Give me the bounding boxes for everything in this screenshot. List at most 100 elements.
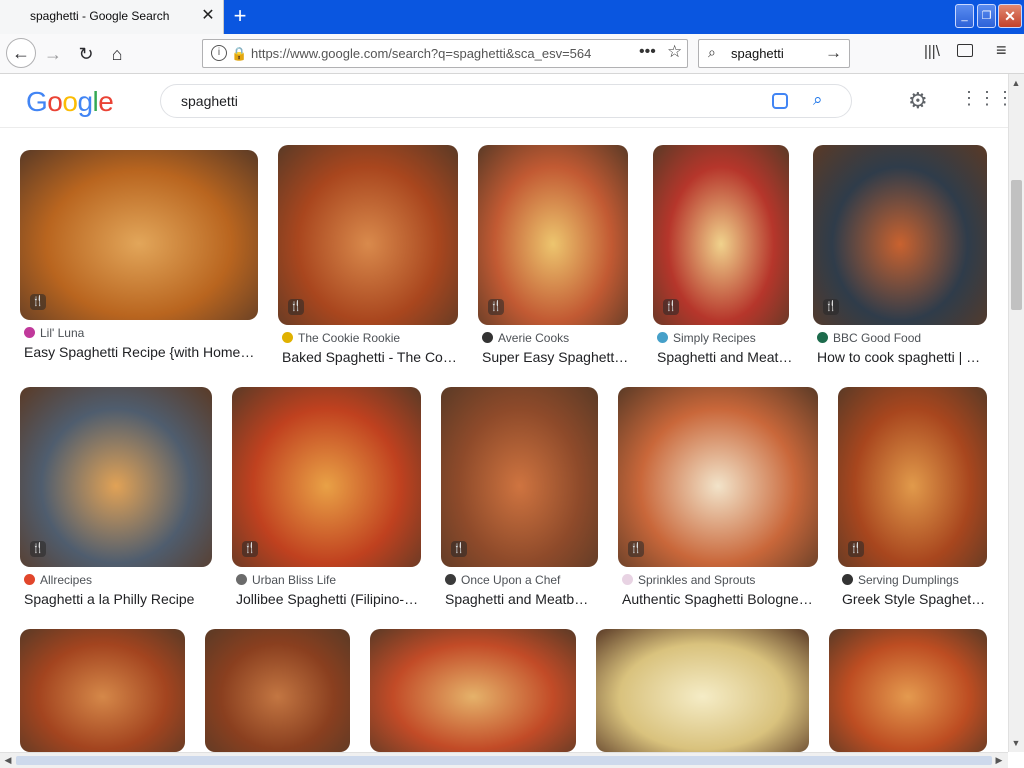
result-source[interactable]: Simply Recipes (657, 331, 756, 345)
home-button[interactable]: ⌂ (103, 40, 131, 68)
settings-gear-icon[interactable]: ⚙ (908, 88, 928, 114)
lock-icon: 🔒 (231, 46, 248, 61)
site-favicon-icon (482, 332, 493, 343)
site-favicon-icon (282, 332, 293, 343)
result-title-link[interactable]: Spaghetti and Meat… (657, 349, 792, 365)
sidebar-icon[interactable] (957, 44, 973, 57)
recipe-icon: 🍴 (451, 541, 467, 557)
library-icon[interactable]: |||\ (924, 43, 940, 60)
result-source[interactable]: The Cookie Rookie (282, 331, 400, 345)
vertical-scroll-thumb[interactable] (1011, 180, 1022, 310)
result-thumbnail[interactable]: 🍴 (838, 387, 987, 567)
url-text[interactable]: https://www.google.com/search?q=spaghett… (251, 46, 631, 61)
recipe-icon: 🍴 (628, 541, 644, 557)
forward-button[interactable]: → (39, 40, 67, 68)
apps-grid-icon[interactable]: ⋮⋮⋮ (960, 88, 1014, 109)
tab-title: spaghetti - Google Search (30, 9, 170, 23)
result-thumbnail[interactable]: 🍴 (813, 145, 987, 325)
restore-button[interactable]: ❐ (977, 4, 996, 28)
browser-title-bar: spaghetti - Google Search ✕ + _ ❐ ✕ (0, 0, 1024, 34)
close-tab-icon[interactable]: ✕ (200, 7, 216, 25)
recipe-icon: 🍴 (848, 541, 864, 557)
recipe-icon: 🍴 (663, 299, 679, 315)
result-thumbnail[interactable]: 🍴 (232, 387, 421, 567)
browser-search-text[interactable]: spaghetti (731, 46, 784, 61)
bookmark-star-icon[interactable]: ☆ (667, 42, 682, 62)
source-name: Sprinkles and Sprouts (638, 573, 756, 587)
recipe-icon: 🍴 (288, 299, 304, 315)
new-tab-button[interactable]: + (228, 4, 252, 28)
result-source[interactable]: Serving Dumplings (842, 573, 959, 587)
result-title-link[interactable]: Easy Spaghetti Recipe {with Home… (24, 344, 254, 360)
result-source[interactable]: Sprinkles and Sprouts (622, 573, 755, 587)
lens-icon[interactable] (772, 93, 788, 109)
scroll-down-arrow-icon[interactable]: ▼ (1009, 736, 1023, 750)
google-logo[interactable]: Google (26, 86, 114, 118)
site-favicon-icon (817, 332, 828, 343)
source-name: Averie Cooks (498, 331, 570, 345)
result-title-link[interactable]: How to cook spaghetti | … (817, 349, 980, 365)
horizontal-scroll-thumb[interactable] (16, 756, 992, 765)
result-source[interactable]: Allrecipes (24, 573, 92, 587)
result-thumbnail[interactable]: 🍴 (618, 387, 818, 567)
result-thumbnail[interactable] (205, 629, 350, 752)
result-title-link[interactable]: Spaghetti and Meatb… (445, 591, 588, 607)
result-thumbnail[interactable]: 🍴 (20, 387, 212, 567)
source-name: BBC Good Food (833, 331, 922, 345)
reload-button[interactable]: ↻ (72, 40, 100, 68)
recipe-icon: 🍴 (488, 299, 504, 315)
recipe-icon: 🍴 (242, 541, 258, 557)
recipe-icon: 🍴 (30, 294, 46, 310)
go-arrow-icon[interactable]: → (825, 43, 842, 63)
search-icon: ⌕ (708, 44, 716, 60)
result-title-link[interactable]: Authentic Spaghetti Bologne… (622, 591, 813, 607)
result-source[interactable]: Averie Cooks (482, 331, 569, 345)
google-search-box[interactable]: spaghetti ⌕ (160, 84, 852, 118)
result-thumbnail[interactable]: 🍴 (653, 145, 789, 325)
result-thumbnail[interactable] (20, 629, 185, 752)
page-actions-icon[interactable]: ••• (639, 43, 656, 61)
site-favicon-icon (657, 332, 668, 343)
back-button[interactable]: ← (6, 38, 36, 68)
google-search-input[interactable]: spaghetti (181, 93, 238, 109)
recipe-icon: 🍴 (823, 299, 839, 315)
scroll-up-arrow-icon[interactable]: ▲ (1009, 76, 1023, 90)
close-window-button[interactable]: ✕ (998, 4, 1022, 28)
result-thumbnail[interactable] (370, 629, 576, 752)
info-icon[interactable]: i (211, 45, 227, 61)
source-name: Serving Dumplings (858, 573, 959, 587)
minimize-button[interactable]: _ (955, 4, 974, 28)
result-source[interactable]: Lil' Luna (24, 326, 84, 340)
menu-icon[interactable]: ≡ (996, 40, 1007, 61)
result-thumbnail[interactable]: 🍴 (441, 387, 598, 567)
result-thumbnail[interactable] (596, 629, 809, 752)
result-thumbnail[interactable]: 🍴 (478, 145, 628, 325)
site-favicon-icon (236, 574, 247, 585)
site-favicon-icon (24, 327, 35, 338)
source-name: Once Upon a Chef (461, 573, 561, 587)
scroll-left-arrow-icon[interactable]: ◀ (1, 753, 15, 767)
horizontal-scrollbar[interactable]: ◀ ▶ (0, 752, 1008, 768)
vertical-scrollbar[interactable]: ▲ ▼ (1008, 74, 1024, 752)
google-search-icon[interactable]: ⌕ (813, 90, 823, 110)
site-favicon-icon (445, 574, 456, 585)
result-title-link[interactable]: Spaghetti a la Philly Recipe (24, 591, 194, 607)
result-source[interactable]: Urban Bliss Life (236, 573, 336, 587)
source-name: Simply Recipes (673, 331, 756, 345)
scroll-right-arrow-icon[interactable]: ▶ (992, 753, 1006, 767)
result-thumbnail[interactable] (829, 629, 987, 752)
browser-search-box[interactable]: ⌕ spaghetti → (698, 39, 850, 68)
site-favicon-icon (622, 574, 633, 585)
result-thumbnail[interactable]: 🍴 (20, 150, 258, 320)
site-favicon-icon (24, 574, 35, 585)
address-bar[interactable]: i 🔒 https://www.google.com/search?q=spag… (202, 39, 688, 68)
result-title-link[interactable]: Super Easy Spaghett… (482, 349, 628, 365)
result-title-link[interactable]: Baked Spaghetti - The Co… (282, 349, 457, 365)
result-thumbnail[interactable]: 🍴 (278, 145, 458, 325)
browser-tab[interactable]: spaghetti - Google Search ✕ (0, 0, 224, 34)
result-title-link[interactable]: Jollibee Spaghetti (Filipino-… (236, 591, 418, 607)
source-name: Allrecipes (40, 573, 93, 587)
result-source[interactable]: BBC Good Food (817, 331, 921, 345)
result-source[interactable]: Once Upon a Chef (445, 573, 560, 587)
result-title-link[interactable]: Greek Style Spaghet… (842, 591, 985, 607)
